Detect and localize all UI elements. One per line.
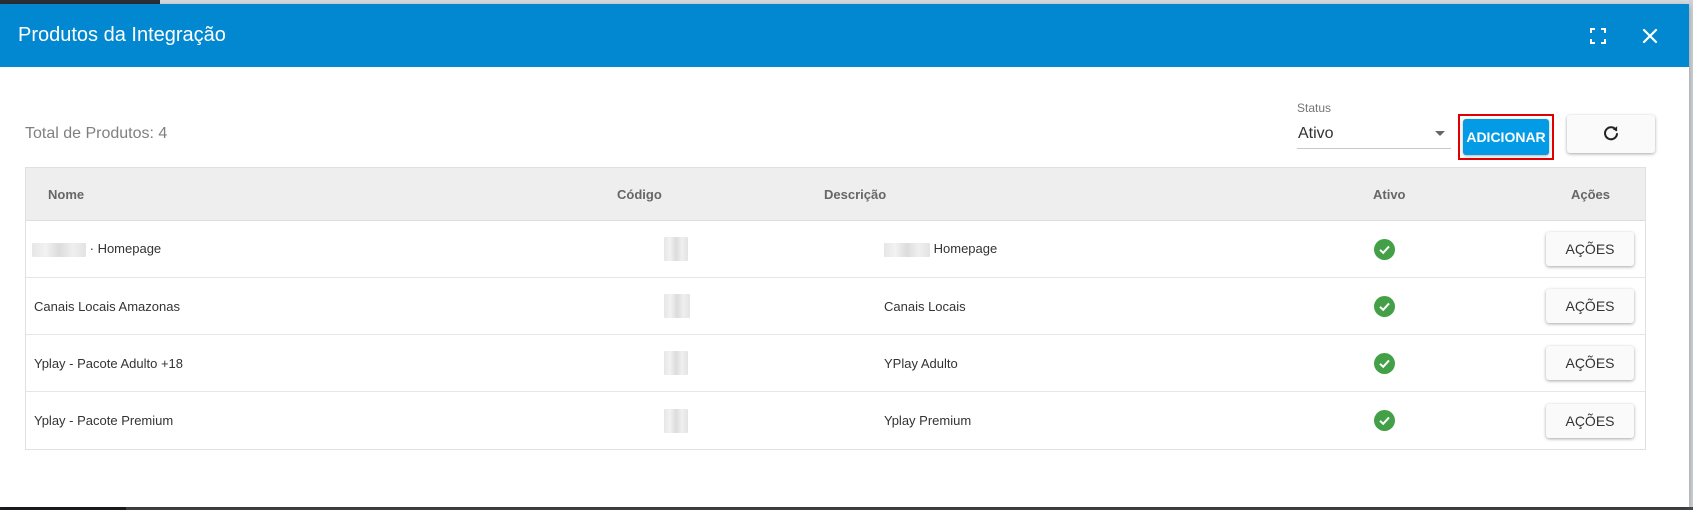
products-table: Nome Código Descrição Ativo Ações · Home… — [25, 167, 1646, 450]
active-check-icon — [1374, 238, 1395, 260]
header-ativo: Ativo — [1373, 186, 1406, 202]
cell-descricao: Homepage — [884, 241, 997, 257]
cell-codigo — [664, 408, 688, 433]
status-filter-label: Status — [1297, 101, 1332, 115]
cell-codigo — [664, 237, 688, 261]
total-products-label: Total de Produtos: 4 — [25, 125, 168, 142]
table-row: · Homepage Homepage AÇÕES — [26, 221, 1645, 278]
cell-codigo — [664, 294, 690, 318]
table-row: Yplay - Pacote Adulto +18 YPlay Adulto A… — [26, 335, 1645, 392]
acoes-button[interactable]: AÇÕES — [1546, 289, 1634, 323]
header-acoes: Ações — [1571, 186, 1611, 202]
cell-nome-text: · Homepage — [89, 241, 162, 257]
status-select-value: Ativo — [1298, 124, 1334, 142]
status-filter: Status Ativo — [1297, 101, 1451, 149]
acoes-button[interactable]: AÇÕES — [1546, 346, 1634, 380]
table-row: Yplay - Pacote Premium Yplay Premium AÇÕ… — [26, 392, 1645, 449]
acoes-button[interactable]: AÇÕES — [1546, 403, 1634, 438]
chevron-down-icon — [1435, 131, 1445, 136]
fullscreen-icon[interactable] — [1581, 19, 1615, 53]
redacted-text — [664, 351, 688, 375]
cell-nome: Canais Locais Amazonas — [34, 298, 180, 314]
toolbar: Total de Produtos: 4 Status Ativo ADICIO… — [0, 67, 1689, 171]
background-right-edge — [1689, 0, 1693, 510]
redacted-text — [884, 242, 930, 257]
table-header: Nome Código Descrição Ativo Ações — [26, 168, 1645, 221]
cell-nome: Yplay - Pacote Adulto +18 — [34, 355, 183, 371]
header-codigo: Código — [617, 186, 662, 202]
header-descricao: Descrição — [824, 186, 887, 202]
cell-descricao-text: Homepage — [933, 241, 998, 257]
status-select[interactable]: Ativo — [1297, 119, 1451, 149]
header-nome: Nome — [48, 186, 85, 202]
redacted-text — [32, 242, 86, 257]
cell-descricao: YPlay Adulto — [884, 355, 958, 371]
redacted-text — [664, 408, 688, 433]
add-button[interactable]: ADICIONAR — [1463, 119, 1549, 155]
dialog-title: Produtos da Integração — [18, 24, 226, 46]
cell-codigo — [664, 351, 688, 375]
cell-nome: · Homepage — [32, 241, 161, 257]
redacted-text — [664, 294, 690, 318]
acoes-button[interactable]: AÇÕES — [1546, 232, 1634, 266]
active-check-icon — [1374, 295, 1395, 317]
add-button-highlight: ADICIONAR — [1458, 114, 1554, 160]
active-check-icon — [1374, 352, 1395, 374]
cell-descricao: Yplay Premium — [884, 413, 972, 428]
cell-nome: Yplay - Pacote Premium — [34, 413, 174, 428]
refresh-button[interactable] — [1567, 115, 1655, 153]
active-check-icon — [1374, 410, 1395, 431]
table-row: Canais Locais Amazonas Canais Locais AÇÕ… — [26, 278, 1645, 335]
cell-descricao: Canais Locais — [884, 298, 966, 314]
close-icon[interactable] — [1633, 19, 1667, 53]
redacted-text — [664, 237, 688, 261]
refresh-icon — [1602, 124, 1620, 145]
dialog-header: Produtos da Integração — [0, 4, 1689, 67]
